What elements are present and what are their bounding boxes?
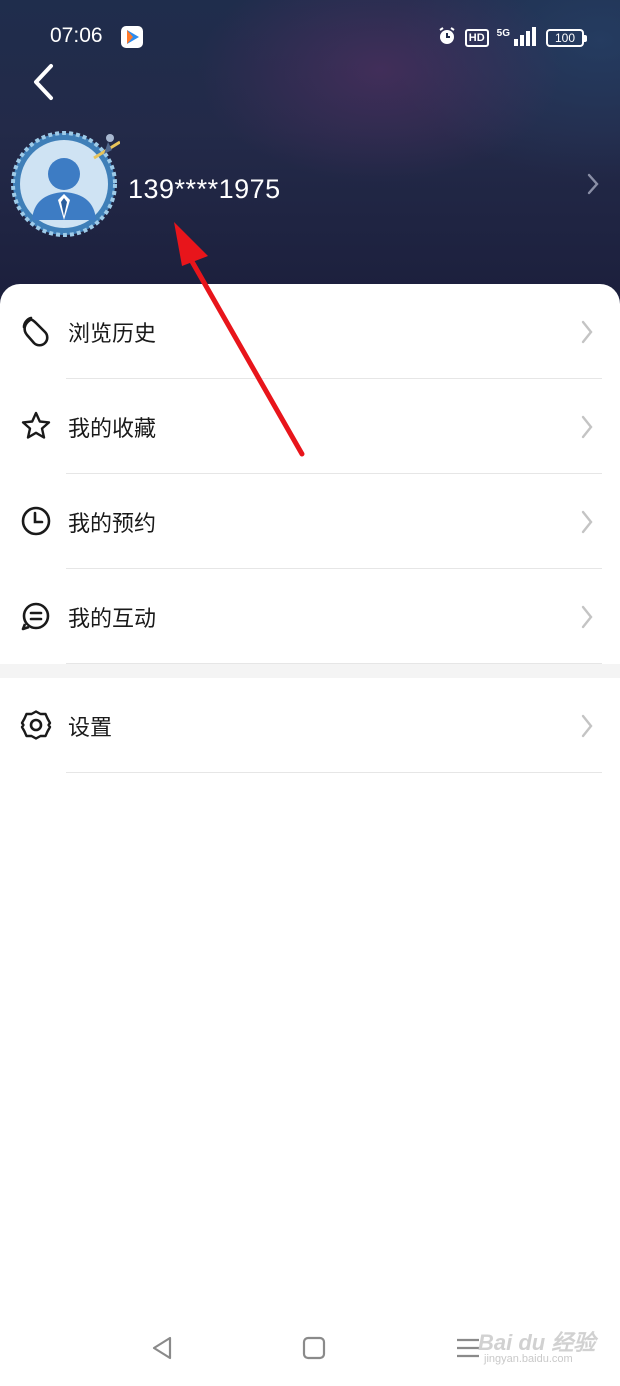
menu-item-interactions[interactable]: 我的互动 (0, 569, 620, 664)
chevron-right-icon (581, 714, 593, 738)
network-type: 5G (496, 27, 510, 39)
app-notification-icon (121, 26, 143, 48)
chevron-right-icon (581, 510, 593, 534)
annotation-arrow (174, 222, 305, 457)
home-square-icon (302, 1336, 326, 1360)
watermark-site: jingyan.baidu.com (484, 1353, 573, 1365)
clock-icon (21, 506, 51, 536)
menu-item-reservations[interactable]: 我的预约 (0, 474, 620, 569)
watermark-brand: Bai du 经验 (478, 1330, 596, 1355)
status-bar: 07:06 HD 5G 100 (0, 20, 620, 56)
chevron-right-icon (581, 415, 593, 439)
signal-icon (512, 26, 538, 50)
chevron-left-icon (34, 64, 53, 100)
battery-icon: 100 (546, 29, 587, 47)
watermark: Bai du 经验 jingyan.baidu.com (478, 1325, 598, 1371)
menu-item-label: 浏览历史 (68, 322, 157, 347)
chevron-right-icon (581, 605, 593, 629)
star-icon (21, 411, 51, 439)
divider (66, 772, 602, 773)
hd-icon: HD (464, 29, 489, 47)
menu-item-label: 我的收藏 (68, 417, 157, 442)
alarm-icon (437, 26, 457, 50)
status-icons: HD 5G 100 (437, 26, 587, 50)
gear-icon (20, 710, 52, 740)
menu-item-label: 设置 (68, 716, 113, 741)
status-time: 07:06 (50, 24, 103, 47)
avatar[interactable] (11, 131, 120, 237)
nav-home-button[interactable] (298, 1332, 330, 1364)
chevron-right-icon (581, 320, 593, 344)
menu-item-label: 我的预约 (68, 512, 157, 537)
section-gap (0, 664, 620, 678)
chevron-right-icon (587, 173, 599, 195)
nav-back-button[interactable] (146, 1332, 178, 1364)
menu-item-label: 我的互动 (68, 607, 157, 632)
username: 139****1975 (128, 174, 281, 204)
menu-item-settings[interactable]: 设置 (0, 678, 620, 773)
chat-icon (21, 602, 50, 631)
history-icon (22, 316, 49, 347)
back-triangle-icon (152, 1336, 172, 1360)
back-button[interactable] (26, 60, 66, 104)
